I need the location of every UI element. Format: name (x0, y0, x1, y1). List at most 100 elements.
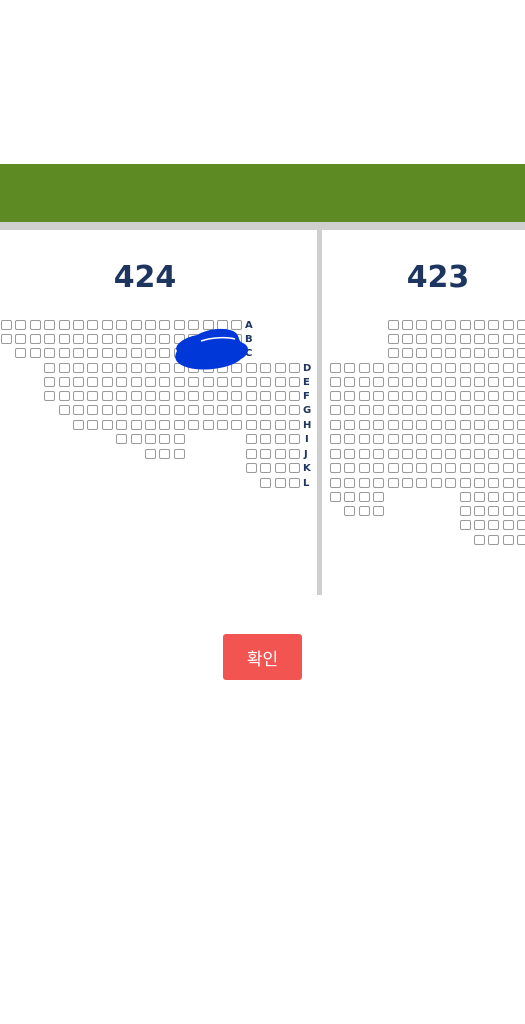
seat-423-r9-c13[interactable] (502, 434, 514, 444)
seat-424-r3-c6[interactable] (73, 348, 84, 358)
seat-423-r1-c12[interactable] (488, 320, 500, 330)
seat-423-r7-c10[interactable] (459, 405, 471, 415)
seat-424-r5-c15[interactable] (202, 377, 214, 387)
seat-423-r4-c4[interactable] (373, 363, 385, 373)
seat-423-r12-c10[interactable] (459, 478, 471, 488)
seat-423-r1-c7[interactable] (416, 320, 428, 330)
seat-423-r10-c6[interactable] (402, 449, 413, 459)
seat-424-r4-c9[interactable] (116, 363, 128, 373)
seat-423-r15-c12[interactable] (488, 520, 500, 530)
seat-423-r12-c6[interactable] (402, 478, 413, 488)
seat-423-r3-c11[interactable] (474, 348, 485, 358)
seat-423-r10-c7[interactable] (416, 449, 428, 459)
seat-423-r7-c6[interactable] (402, 405, 413, 415)
seat-424-r6-c15[interactable] (202, 391, 214, 401)
seat-424-r7-c21[interactable] (289, 405, 300, 415)
seat-424-r7-c20[interactable] (274, 405, 286, 415)
seat-424-r11-c20[interactable] (274, 463, 286, 473)
seat-424-r1-c2[interactable] (15, 320, 27, 330)
seat-423-r12-c7[interactable] (416, 478, 428, 488)
seat-424-r2-c3[interactable] (29, 334, 41, 344)
seat-424-r4-c12[interactable] (159, 363, 171, 373)
seat-424-r4-c19[interactable] (260, 363, 272, 373)
seat-423-r15-c11[interactable] (474, 520, 485, 530)
seat-423-r8-c12[interactable] (488, 420, 500, 430)
seat-423-r6-c3[interactable] (358, 391, 370, 401)
seat-424-r3-c10[interactable] (130, 348, 142, 358)
seat-424-r4-c10[interactable] (130, 363, 142, 373)
seat-423-r2-c10[interactable] (459, 334, 471, 344)
seat-424-r5-c5[interactable] (58, 377, 70, 387)
seat-423-r5-c14[interactable] (517, 377, 525, 387)
seat-423-r5-c10[interactable] (459, 377, 471, 387)
seat-423-r9-c11[interactable] (474, 434, 485, 444)
seat-423-r6-c5[interactable] (387, 391, 399, 401)
seat-423-r16-c13[interactable] (502, 535, 514, 545)
seat-423-r5-c2[interactable] (344, 377, 356, 387)
seat-424-r5-c16[interactable] (217, 377, 228, 387)
seat-424-r9-c10[interactable] (130, 434, 142, 444)
seat-423-r13-c12[interactable] (488, 492, 500, 502)
seat-423-r6-c6[interactable] (402, 391, 413, 401)
seat-424-r2-c1[interactable] (1, 334, 12, 344)
seat-423-r16-c14[interactable] (517, 535, 525, 545)
seat-424-r10-c11[interactable] (145, 449, 156, 459)
seat-424-r10-c13[interactable] (173, 449, 185, 459)
seat-423-r6-c13[interactable] (502, 391, 514, 401)
seat-423-r6-c8[interactable] (430, 391, 442, 401)
seat-424-r2-c9[interactable] (116, 334, 128, 344)
seat-424-r6-c21[interactable] (289, 391, 300, 401)
seat-424-r10-c20[interactable] (274, 449, 286, 459)
seat-424-r8-c18[interactable] (245, 420, 257, 430)
seat-423-r11-c2[interactable] (344, 463, 356, 473)
seat-423-r13-c1[interactable] (330, 492, 341, 502)
seat-423-r6-c1[interactable] (330, 391, 341, 401)
seat-423-r15-c14[interactable] (517, 520, 525, 530)
seat-424-r9-c20[interactable] (274, 434, 286, 444)
seat-423-r11-c11[interactable] (474, 463, 485, 473)
seat-423-r9-c7[interactable] (416, 434, 428, 444)
seat-424-r8-c12[interactable] (159, 420, 171, 430)
seat-423-r2-c7[interactable] (416, 334, 428, 344)
seat-423-r8-c10[interactable] (459, 420, 471, 430)
seat-424-r5-c14[interactable] (188, 377, 200, 387)
seat-424-r8-c6[interactable] (73, 420, 84, 430)
seat-423-r3-c8[interactable] (430, 348, 442, 358)
seat-424-r7-c14[interactable] (188, 405, 200, 415)
seat-424-r1-c11[interactable] (145, 320, 156, 330)
seat-424-r6-c19[interactable] (260, 391, 272, 401)
seat-423-r12-c3[interactable] (358, 478, 370, 488)
seat-424-r6-c11[interactable] (145, 391, 156, 401)
seat-423-r12-c11[interactable] (474, 478, 485, 488)
seat-423-r7-c9[interactable] (445, 405, 457, 415)
seat-423-r11-c1[interactable] (330, 463, 341, 473)
seat-424-r9-c13[interactable] (173, 434, 185, 444)
seat-423-r3-c5[interactable] (387, 348, 399, 358)
seat-424-r12-c21[interactable] (289, 478, 300, 488)
seat-423-r7-c1[interactable] (330, 405, 341, 415)
seat-423-r2-c13[interactable] (502, 334, 514, 344)
seat-424-r2-c11[interactable] (145, 334, 156, 344)
seat-423-r11-c14[interactable] (517, 463, 525, 473)
seat-424-r2-c4[interactable] (44, 334, 56, 344)
seat-423-r1-c5[interactable] (387, 320, 399, 330)
seat-424-r7-c10[interactable] (130, 405, 142, 415)
seat-423-r5-c4[interactable] (373, 377, 385, 387)
seat-424-r7-c18[interactable] (245, 405, 257, 415)
seat-423-r13-c10[interactable] (459, 492, 471, 502)
seat-424-r6-c20[interactable] (274, 391, 286, 401)
seat-424-r9-c21[interactable] (289, 434, 300, 444)
seat-423-r12-c2[interactable] (344, 478, 356, 488)
seat-423-r8-c6[interactable] (402, 420, 413, 430)
seat-424-r5-c12[interactable] (159, 377, 171, 387)
seat-424-r4-c6[interactable] (73, 363, 84, 373)
seat-424-r12-c19[interactable] (260, 478, 272, 488)
seat-423-r5-c13[interactable] (502, 377, 514, 387)
seat-424-r5-c17[interactable] (231, 377, 243, 387)
seat-423-r3-c6[interactable] (402, 348, 413, 358)
seat-424-r3-c5[interactable] (58, 348, 70, 358)
seat-423-r16-c12[interactable] (488, 535, 500, 545)
seat-423-r11-c5[interactable] (387, 463, 399, 473)
seat-424-r2-c2[interactable] (15, 334, 27, 344)
seat-424-r7-c6[interactable] (73, 405, 84, 415)
